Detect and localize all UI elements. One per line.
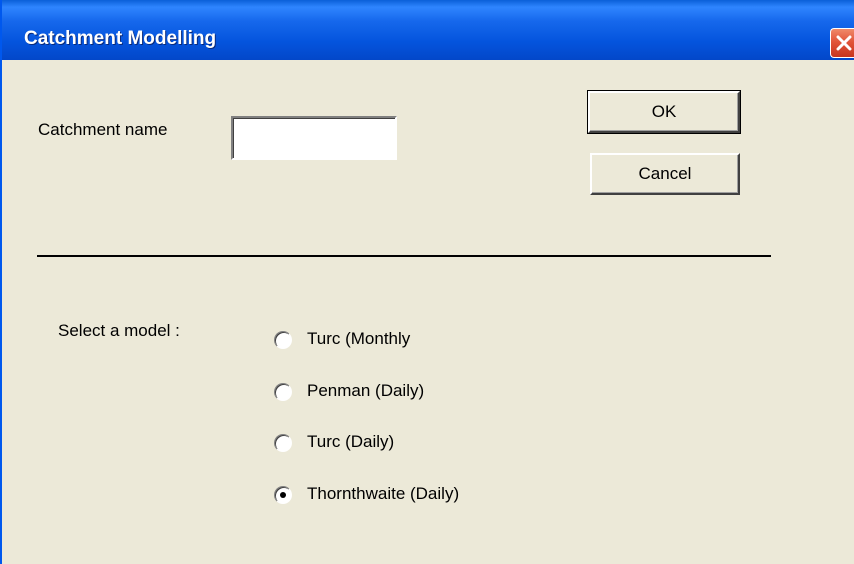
ok-button[interactable]: OK [587, 90, 741, 134]
radio-button[interactable] [274, 331, 292, 349]
catchment-name-input[interactable] [231, 116, 397, 160]
radio-button[interactable] [274, 434, 292, 452]
cancel-button[interactable]: Cancel [590, 153, 740, 195]
close-button[interactable] [830, 28, 854, 58]
catchment-name-label: Catchment name [38, 120, 168, 139]
radio-label: Turc (Monthly [307, 329, 411, 348]
radio-selected-dot [280, 492, 286, 498]
divider [37, 255, 771, 257]
radio-label: Turc (Daily) [307, 432, 395, 451]
radio-label: Thornthwaite (Daily) [307, 484, 460, 503]
radio-label: Penman (Daily) [307, 381, 425, 400]
title-bar[interactable]: Catchment Modelling [2, 0, 854, 60]
close-icon [836, 35, 852, 51]
window-title: Catchment Modelling [24, 28, 217, 49]
select-model-label: Select a model : [58, 321, 180, 340]
radio-button-selected[interactable] [274, 486, 292, 504]
radio-button[interactable] [274, 383, 292, 401]
catchment-modelling-dialog: Catchment Modelling Catchment name OK Ca… [0, 0, 854, 564]
